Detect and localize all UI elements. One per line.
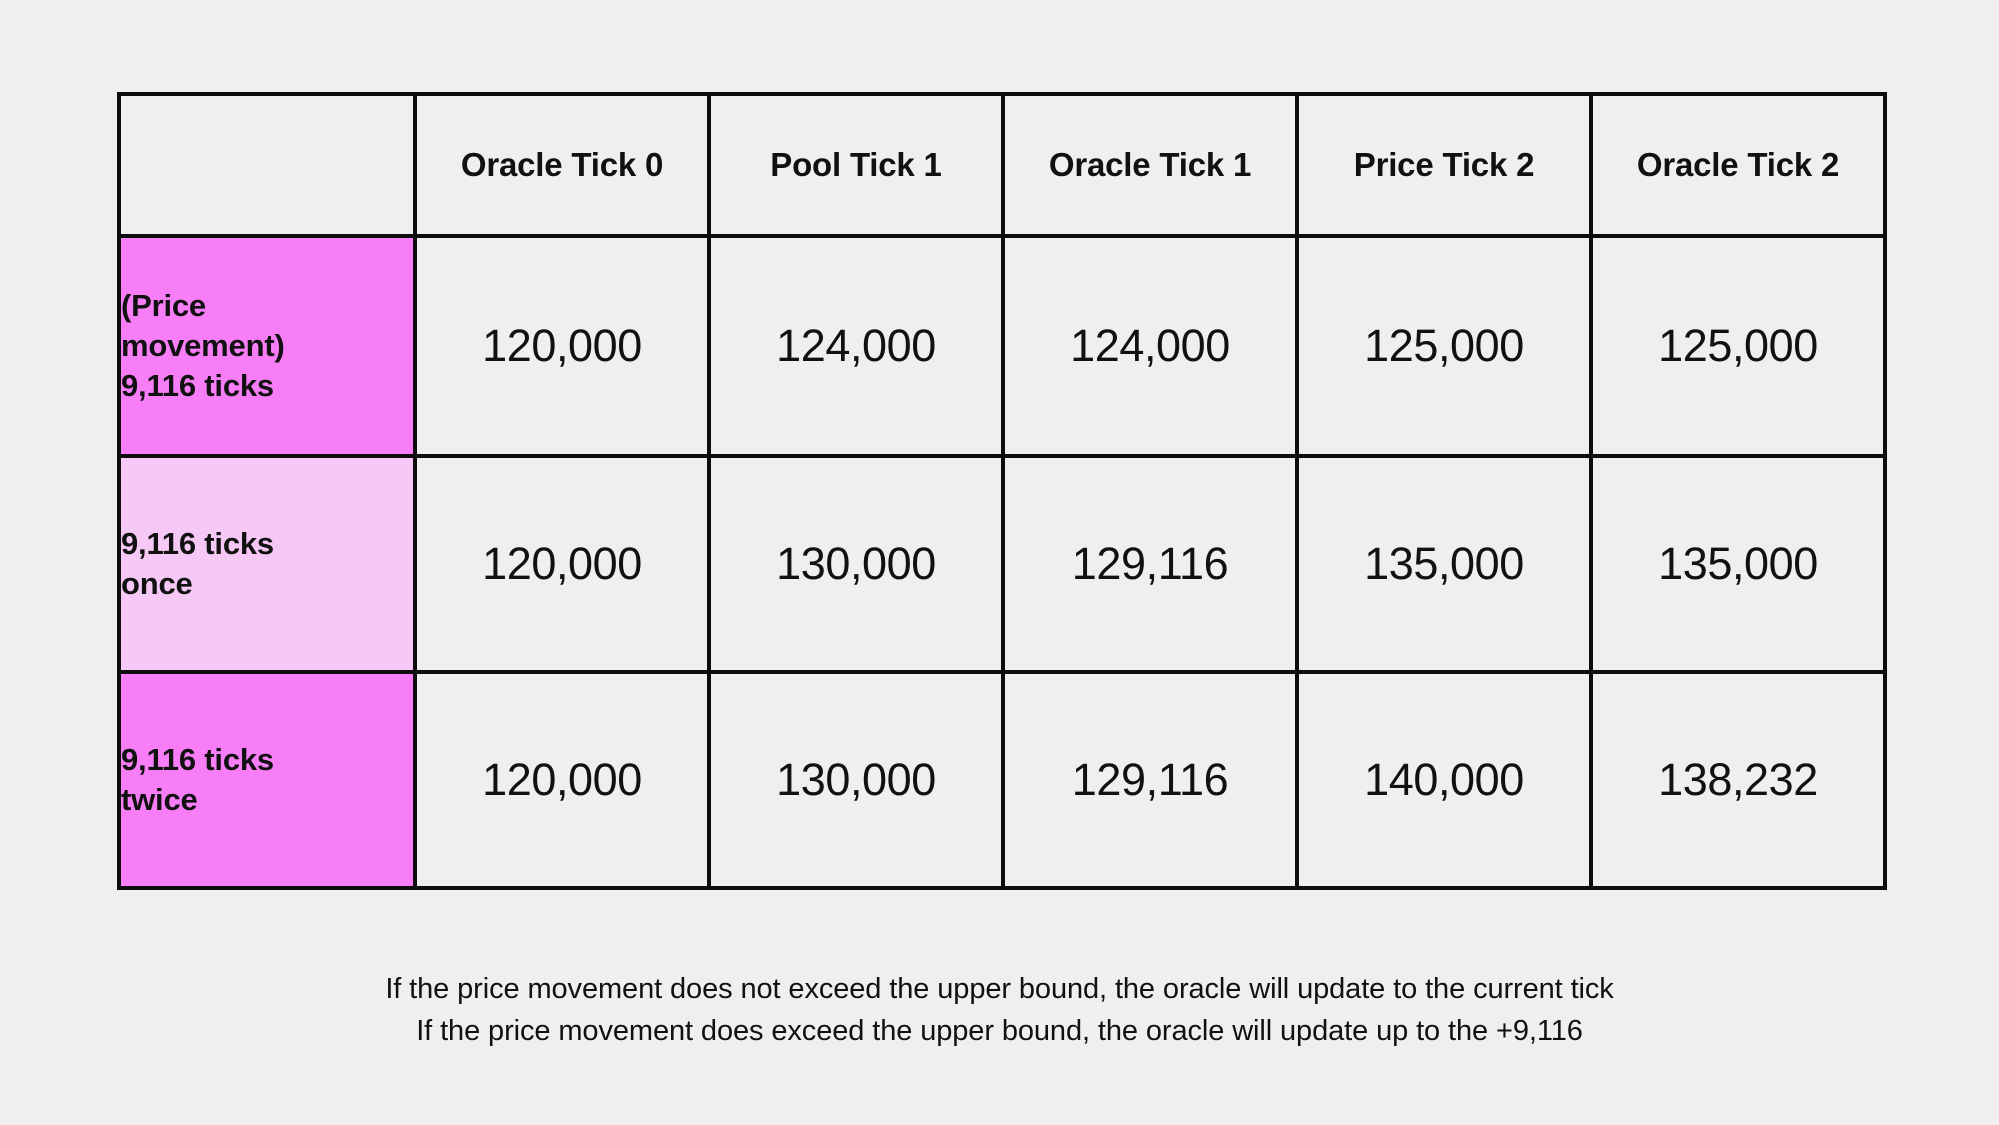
cell-r1-price-tick-2: 135,000 xyxy=(1295,454,1593,674)
page-root: Oracle Tick 0 Pool Tick 1 Oracle Tick 1 … xyxy=(0,0,1999,1125)
caption-line-2: If the price movement does exceed the up… xyxy=(416,1015,1583,1048)
cell-r2-price-tick-2: 140,000 xyxy=(1295,670,1593,890)
column-header-oracle-tick-2: Oracle Tick 2 xyxy=(1589,92,1887,238)
table-row: 9,116 ticks once 120,000 130,000 129,116… xyxy=(117,454,1887,674)
cell-r0-oracle-tick-1: 124,000 xyxy=(1001,234,1299,458)
cell-r2-oracle-tick-1: 129,116 xyxy=(1001,670,1299,890)
row-label-ticks-once: 9,116 ticks once xyxy=(117,454,417,674)
cell-r0-oracle-tick-0: 120,000 xyxy=(413,234,711,458)
cell-r1-oracle-tick-1: 129,116 xyxy=(1001,454,1299,674)
cell-r1-oracle-tick-0: 120,000 xyxy=(413,454,711,674)
cell-r2-oracle-tick-0: 120,000 xyxy=(413,670,711,890)
tick-table-container: Oracle Tick 0 Pool Tick 1 Oracle Tick 1 … xyxy=(117,92,1887,890)
cell-r0-price-tick-2: 125,000 xyxy=(1295,234,1593,458)
table-header-row: Oracle Tick 0 Pool Tick 1 Oracle Tick 1 … xyxy=(117,92,1887,238)
cell-r2-pool-tick-1: 130,000 xyxy=(707,670,1005,890)
table-row: 9,116 ticks twice 120,000 130,000 129,11… xyxy=(117,670,1887,890)
column-header-price-tick-2: Price Tick 2 xyxy=(1295,92,1593,238)
cell-r0-pool-tick-1: 124,000 xyxy=(707,234,1005,458)
row-label-text: (Price movement) 9,116 ticks xyxy=(121,287,285,404)
table-row: (Price movement) 9,116 ticks 120,000 124… xyxy=(117,234,1887,458)
table-caption: If the price movement does not exceed th… xyxy=(0,968,1999,1052)
cell-r1-pool-tick-1: 130,000 xyxy=(707,454,1005,674)
row-label-text: 9,116 ticks twice xyxy=(121,741,274,817)
caption-line-1: If the price movement does not exceed th… xyxy=(385,973,1614,1005)
column-header-oracle-tick-0: Oracle Tick 0 xyxy=(413,92,711,238)
row-label-text: 9,116 ticks once xyxy=(121,525,274,601)
cell-r0-oracle-tick-2: 125,000 xyxy=(1589,234,1887,458)
row-label-ticks-twice: 9,116 ticks twice xyxy=(117,670,417,890)
row-label-price-movement: (Price movement) 9,116 ticks xyxy=(117,234,417,458)
cell-r2-oracle-tick-2: 138,232 xyxy=(1589,670,1887,890)
table-corner-cell xyxy=(117,92,417,238)
oracle-tick-table: Oracle Tick 0 Pool Tick 1 Oracle Tick 1 … xyxy=(117,92,1887,890)
cell-r1-oracle-tick-2: 135,000 xyxy=(1589,454,1887,674)
column-header-oracle-tick-1: Oracle Tick 1 xyxy=(1001,92,1299,238)
column-header-pool-tick-1: Pool Tick 1 xyxy=(707,92,1005,238)
